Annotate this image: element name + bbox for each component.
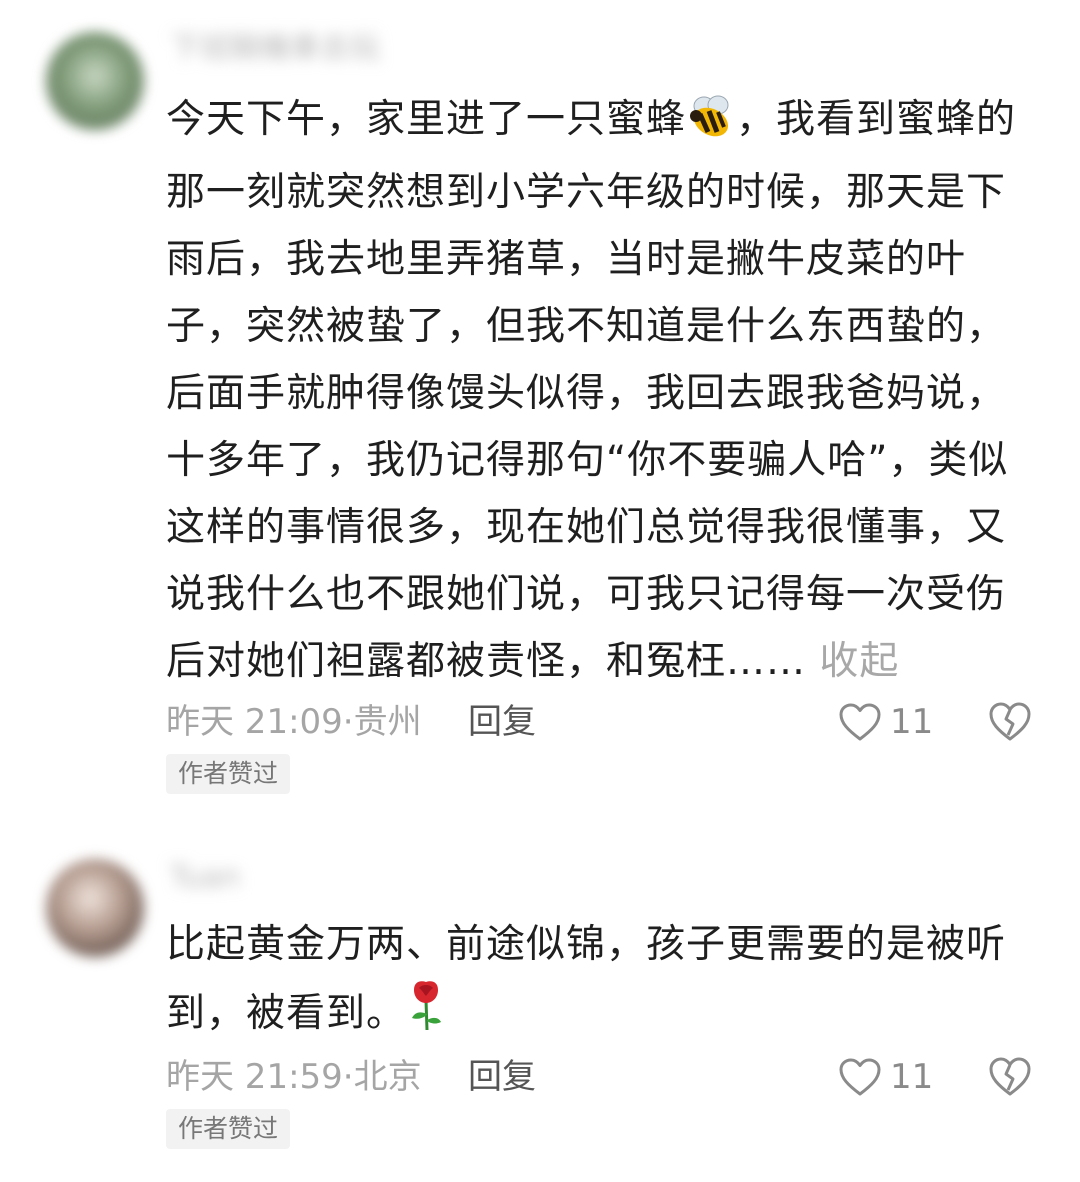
dislike-button[interactable] [988,699,1032,757]
comment-item: Tuan 比起黄金万两、前途似锦，孩子更需要的是被听到，被看到。 昨天 21:5… [0,845,1080,1165]
comment-text-part: ，我看到蜜蜂的那一刻就突然想到小学六年级的时候，那天是下雨后，我去地里弄猪草，当… [166,97,1017,684]
heart-icon [839,703,881,741]
comment-time-location: 昨天 21:59·北京 [166,1057,422,1097]
comment-text-part: 今天下午，家里进了一只蜜蜂 [166,97,687,142]
bee-icon [686,92,736,159]
like-button[interactable]: 11 [838,1052,933,1102]
author-liked-badge: 作者赞过 [166,1109,291,1149]
heart-icon [839,1058,881,1096]
broken-heart-icon [989,702,1031,741]
rose-icon [406,978,446,1053]
like-count: 11 [890,1057,934,1097]
like-button[interactable]: 11 [838,697,933,747]
avatar[interactable] [46,32,144,130]
comment-text[interactable]: 比起黄金万两、前途似锦，孩子更需要的是被听到，被看到。 [166,911,1036,1053]
author-liked-badge: 作者赞过 [166,754,291,794]
username[interactable]: 下班騎機車去玩 [170,32,380,66]
collapse-button[interactable]: 收起 [819,639,899,684]
username[interactable]: Tuan [170,861,240,895]
comment-meta: 昨天 21:09·贵州 回复 11 [166,697,1046,747]
reply-button[interactable]: 回复 [468,1052,536,1102]
avatar[interactable] [46,859,144,957]
reply-button[interactable]: 回复 [468,697,536,747]
comment-item: 下班騎機車去玩 今天下午，家里进了一只蜜蜂 ，我看到蜜蜂的那一刻就突然想到小学六年… [0,0,1080,820]
comment-text-part: 比起黄金万两、前途似锦，孩子更需要的是被听到，被看到。 [166,922,1007,1036]
comment-meta: 昨天 21:59·北京 回复 11 [166,1052,1046,1102]
comment-time-location: 昨天 21:09·贵州 [166,702,422,742]
dislike-button[interactable] [988,1054,1032,1112]
like-count: 11 [890,702,934,742]
comment-text[interactable]: 今天下午，家里进了一只蜜蜂 ，我看到蜜蜂的那一刻就突然想到小学六年级的时候，那天是… [166,86,1036,695]
broken-heart-icon [989,1057,1031,1096]
